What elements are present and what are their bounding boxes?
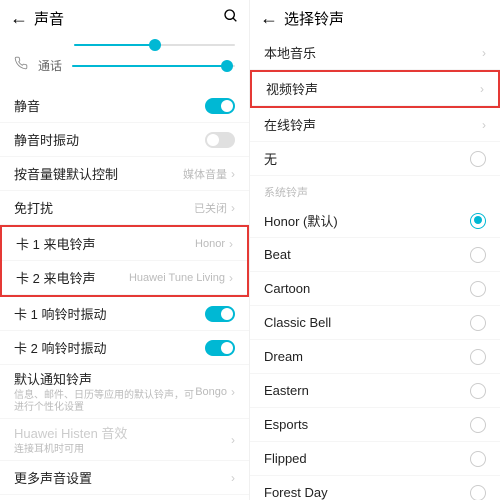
slider-media[interactable] <box>74 44 235 46</box>
row-tone[interactable]: Eastern <box>250 374 500 408</box>
tone-label: Classic Bell <box>264 315 470 330</box>
row-vol-key[interactable]: 按音量键默认控制 媒体音量 › <box>0 157 249 191</box>
radio-tone[interactable] <box>470 485 486 500</box>
row-online-ringtone[interactable]: 在线铃声 › <box>250 108 500 142</box>
row-tone[interactable]: Flipped <box>250 442 500 476</box>
toggle-mute[interactable] <box>205 98 235 114</box>
radio-tone[interactable] <box>470 349 486 365</box>
search-icon[interactable] <box>223 8 239 29</box>
chevron-right-icon: › <box>482 46 486 60</box>
tone-label: Beat <box>264 247 470 262</box>
back-icon[interactable]: ← <box>260 8 278 29</box>
row-sim1-ringtone[interactable]: 卡 1 来电铃声 Honor › <box>2 227 247 261</box>
back-icon[interactable]: ← <box>10 8 28 29</box>
phone-icon <box>14 56 28 75</box>
row-sim1-vibrate[interactable]: 卡 1 响铃时振动 <box>0 297 249 331</box>
radio-tone[interactable] <box>470 451 486 467</box>
slider-label: 通话 <box>38 57 62 74</box>
header: ← 声音 <box>0 0 249 36</box>
row-tone[interactable]: Forest Day <box>250 476 500 500</box>
radio-tone[interactable] <box>470 417 486 433</box>
radio-tone[interactable] <box>470 247 486 263</box>
chevron-right-icon: › <box>231 385 235 399</box>
slider-row <box>14 44 235 46</box>
row-vibrate-mute[interactable]: 静音时振动 <box>0 123 249 157</box>
row-dnd[interactable]: 免打扰 已关闭 › <box>0 191 249 225</box>
chevron-right-icon: › <box>231 471 235 485</box>
toggle-vibrate-mute[interactable] <box>205 132 235 148</box>
toggle-sim2-vibrate[interactable] <box>205 340 235 356</box>
tone-label: Flipped <box>264 451 470 466</box>
sound-settings-pane: ← 声音 通话 静音 <box>0 0 250 500</box>
row-tone[interactable]: Classic Bell <box>250 306 500 340</box>
chevron-right-icon: › <box>231 201 235 215</box>
row-tone[interactable]: Beat <box>250 238 500 272</box>
row-none[interactable]: 无 <box>250 142 500 176</box>
radio-tone[interactable] <box>470 315 486 331</box>
row-video-ringtone[interactable]: 视频铃声 › <box>252 72 498 106</box>
slider-row-call: 通话 <box>14 56 235 75</box>
chevron-right-icon: › <box>231 167 235 181</box>
radio-tone[interactable] <box>470 383 486 399</box>
chevron-right-icon: › <box>231 433 235 447</box>
tone-label: Eastern <box>264 383 470 398</box>
row-notification[interactable]: 默认通知铃声 信息、邮件、日历等应用的默认铃声，可进行个性化设置 Bongo › <box>0 365 249 419</box>
row-sim2-vibrate[interactable]: 卡 2 响铃时振动 <box>0 331 249 365</box>
tone-label: Forest Day <box>264 485 470 500</box>
page-title: 声音 <box>28 8 223 29</box>
section-system-ringtones: 系统铃声 <box>250 176 500 204</box>
tone-label: Esports <box>264 417 470 432</box>
row-histen: Huawei Histen 音效 连接耳机时可用 › <box>0 419 249 461</box>
tone-label: Honor (默认) <box>264 211 470 230</box>
row-tone[interactable]: Cartoon <box>250 272 500 306</box>
chevron-right-icon: › <box>229 237 233 251</box>
highlight-ringtone-rows: 卡 1 来电铃声 Honor › 卡 2 来电铃声 Huawei Tune Li… <box>0 225 249 297</box>
radio-tone[interactable] <box>470 213 486 229</box>
highlight-video-ringtone: 视频铃声 › <box>250 70 500 108</box>
row-mute[interactable]: 静音 <box>0 89 249 123</box>
select-ringtone-pane: ← 选择铃声 本地音乐 › 视频铃声 › 在线铃声 › 无 系统铃声 Honor… <box>250 0 500 500</box>
toggle-sim1-vibrate[interactable] <box>205 306 235 322</box>
chevron-right-icon: › <box>229 271 233 285</box>
row-more-sound[interactable]: 更多声音设置 › <box>0 461 249 495</box>
tone-label: Cartoon <box>264 281 470 296</box>
radio-tone[interactable] <box>470 281 486 297</box>
volume-sliders: 通话 <box>0 36 249 89</box>
row-tone[interactable]: Esports <box>250 408 500 442</box>
tone-label: Dream <box>264 349 470 364</box>
row-tone[interactable]: Dream <box>250 340 500 374</box>
slider-call[interactable] <box>72 65 235 67</box>
radio-none[interactable] <box>470 151 486 167</box>
header: ← 选择铃声 <box>250 0 500 36</box>
row-tone[interactable]: Honor (默认) <box>250 204 500 238</box>
row-sim2-ringtone[interactable]: 卡 2 来电铃声 Huawei Tune Living › <box>2 261 247 295</box>
row-local-music[interactable]: 本地音乐 › <box>250 36 500 70</box>
page-title: 选择铃声 <box>278 8 490 29</box>
chevron-right-icon: › <box>482 118 486 132</box>
chevron-right-icon: › <box>480 82 484 96</box>
